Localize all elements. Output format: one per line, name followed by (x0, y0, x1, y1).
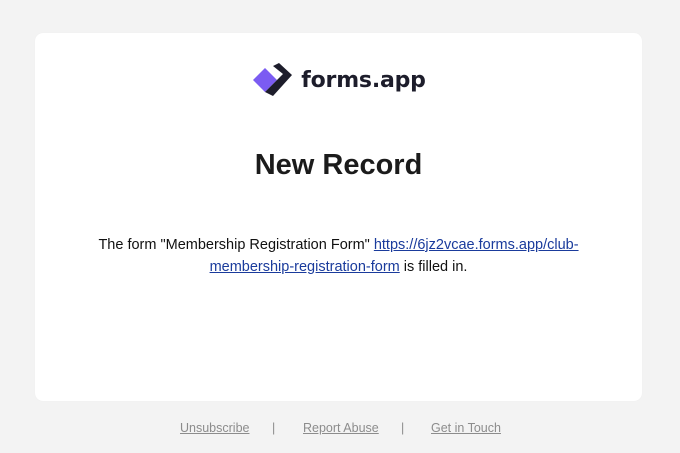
get-in-touch-link[interactable]: Get in Touch (431, 421, 501, 435)
email-page: forms.app New Record The form "Membershi… (0, 0, 680, 453)
email-card: forms.app New Record The form "Membershi… (35, 33, 642, 401)
forms-app-logo-icon (253, 63, 293, 96)
message-suffix: is filled in. (399, 259, 468, 275)
brand-logo: forms.app (35, 63, 642, 99)
email-title: New Record (254, 149, 423, 181)
report-abuse-link[interactable]: Report Abuse (303, 421, 379, 435)
message-prefix: The form "Membership Registration Form" (98, 237, 374, 253)
footer-separator: | (401, 421, 405, 435)
email-message: The form "Membership Registration Form" … (85, 234, 592, 278)
email-footer: Unsubscribe | Report Abuse | Get in Touc… (0, 421, 680, 437)
brand-name: forms.app (301, 68, 426, 93)
unsubscribe-link[interactable]: Unsubscribe (180, 421, 249, 435)
footer-separator: | (272, 421, 276, 435)
